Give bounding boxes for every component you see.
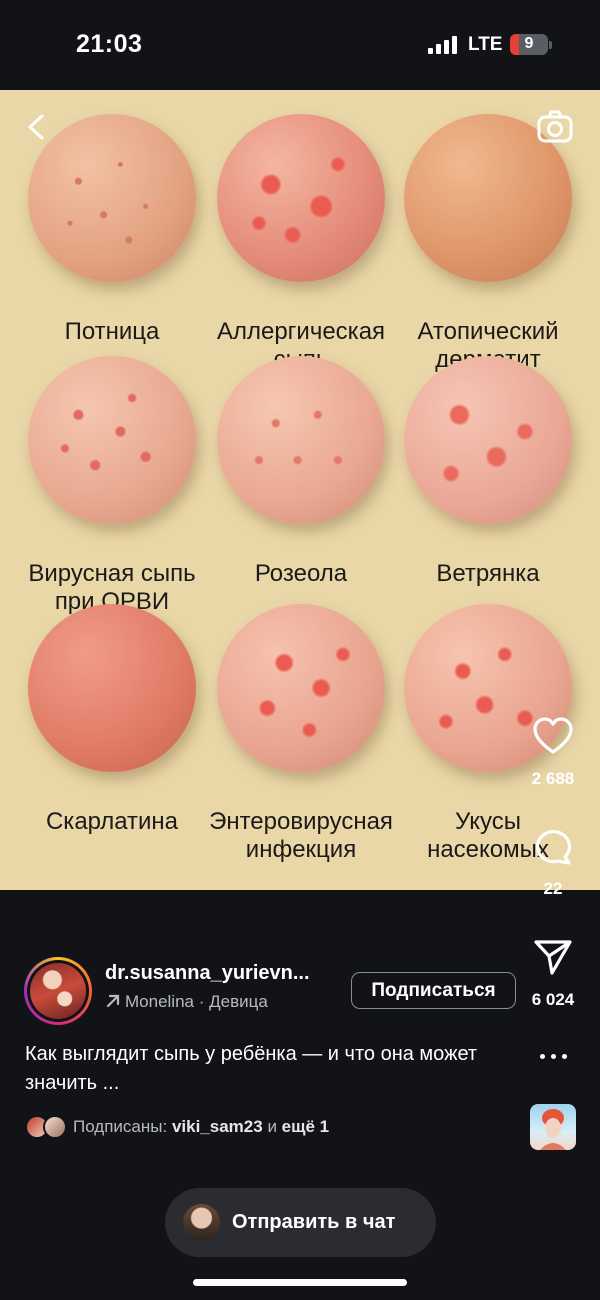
rash-label: Ветрянка — [436, 560, 540, 587]
rash-tile-5: Розеола — [208, 356, 394, 588]
rash-sample-image — [28, 356, 196, 524]
rash-tile-6: Ветрянка — [395, 356, 581, 588]
music-info[interactable]: Monelina · Девица — [105, 992, 268, 1012]
send-icon — [534, 940, 572, 975]
comment-button[interactable]: 22 — [523, 826, 583, 899]
post-caption[interactable]: Как выглядит сыпь у ребёнка — и что она … — [25, 1040, 495, 1098]
rash-label: Потница — [64, 318, 160, 345]
followed-by-text[interactable]: Подписаны: viki_sam23 и ещё 1 — [73, 1117, 329, 1137]
share-count: 6 024 — [531, 990, 575, 1009]
back-icon[interactable] — [22, 112, 52, 142]
rash-tile-4: Вирусная сыпь при ОРВИ — [19, 356, 205, 616]
like-button[interactable]: 2 688 — [523, 716, 583, 789]
share-button[interactable]: 6 024 — [523, 937, 583, 1010]
follow-button[interactable]: Подписаться — [351, 972, 516, 1009]
author-username[interactable]: dr.susanna_yurievn... — [105, 962, 310, 985]
heart-icon — [533, 717, 573, 754]
rash-tile-3: Атопический дерматит — [395, 114, 581, 374]
send-to-chat-label: Отправить в чат — [232, 1211, 396, 1233]
signal-icon — [428, 36, 458, 54]
send-to-chat-button[interactable]: Отправить в чат — [165, 1188, 436, 1257]
status-time: 21:03 — [76, 30, 143, 58]
rash-label: Скарлатина — [45, 808, 179, 835]
rash-sample-image — [404, 356, 572, 524]
music-arrow-icon — [106, 994, 120, 1008]
avatar — [183, 1204, 220, 1241]
rash-tile-8: Энтеровирусная инфекция — [208, 604, 394, 864]
more-icon[interactable] — [538, 1048, 570, 1064]
rash-sample-image — [217, 114, 385, 282]
rash-tile-1: Потница — [19, 114, 205, 346]
followed-by-prefix: Подписаны: — [73, 1117, 168, 1136]
rash-label: Энтеровирусная инфекция — [209, 808, 393, 863]
rash-label: Розеола — [254, 560, 348, 587]
audio-thumbnail[interactable] — [530, 1104, 576, 1150]
battery-tip — [549, 41, 552, 49]
camera-icon[interactable] — [536, 108, 574, 146]
rash-sample-image — [28, 604, 196, 772]
rash-sample-image — [217, 604, 385, 772]
comment-icon — [535, 830, 572, 865]
like-count: 2 688 — [531, 769, 575, 788]
network-type: LTE — [468, 34, 503, 55]
author-avatar[interactable] — [24, 957, 92, 1025]
rash-tile-7: Скарлатина — [19, 604, 205, 836]
rash-sample-image — [217, 356, 385, 524]
avatar — [43, 1115, 67, 1139]
music-label: Monelina · Девица — [125, 992, 268, 1011]
home-indicator[interactable] — [193, 1279, 407, 1286]
battery-icon: 9 — [510, 34, 548, 55]
rash-tile-2: Аллергическая сыпь — [208, 114, 394, 374]
rash-sample-image — [28, 114, 196, 282]
post-image[interactable]: Потница Аллергическая сыпь Атопический д… — [0, 90, 600, 890]
follower-username[interactable]: viki_sam23 — [172, 1117, 263, 1136]
status-bar: 21:03 LTE 9 — [0, 0, 600, 90]
avatar — [30, 963, 86, 1019]
battery-level: 9 — [524, 35, 534, 52]
comment-count: 22 — [543, 879, 563, 898]
followers-more[interactable]: ещё 1 — [282, 1117, 329, 1136]
followed-by-joiner: и — [267, 1117, 277, 1136]
